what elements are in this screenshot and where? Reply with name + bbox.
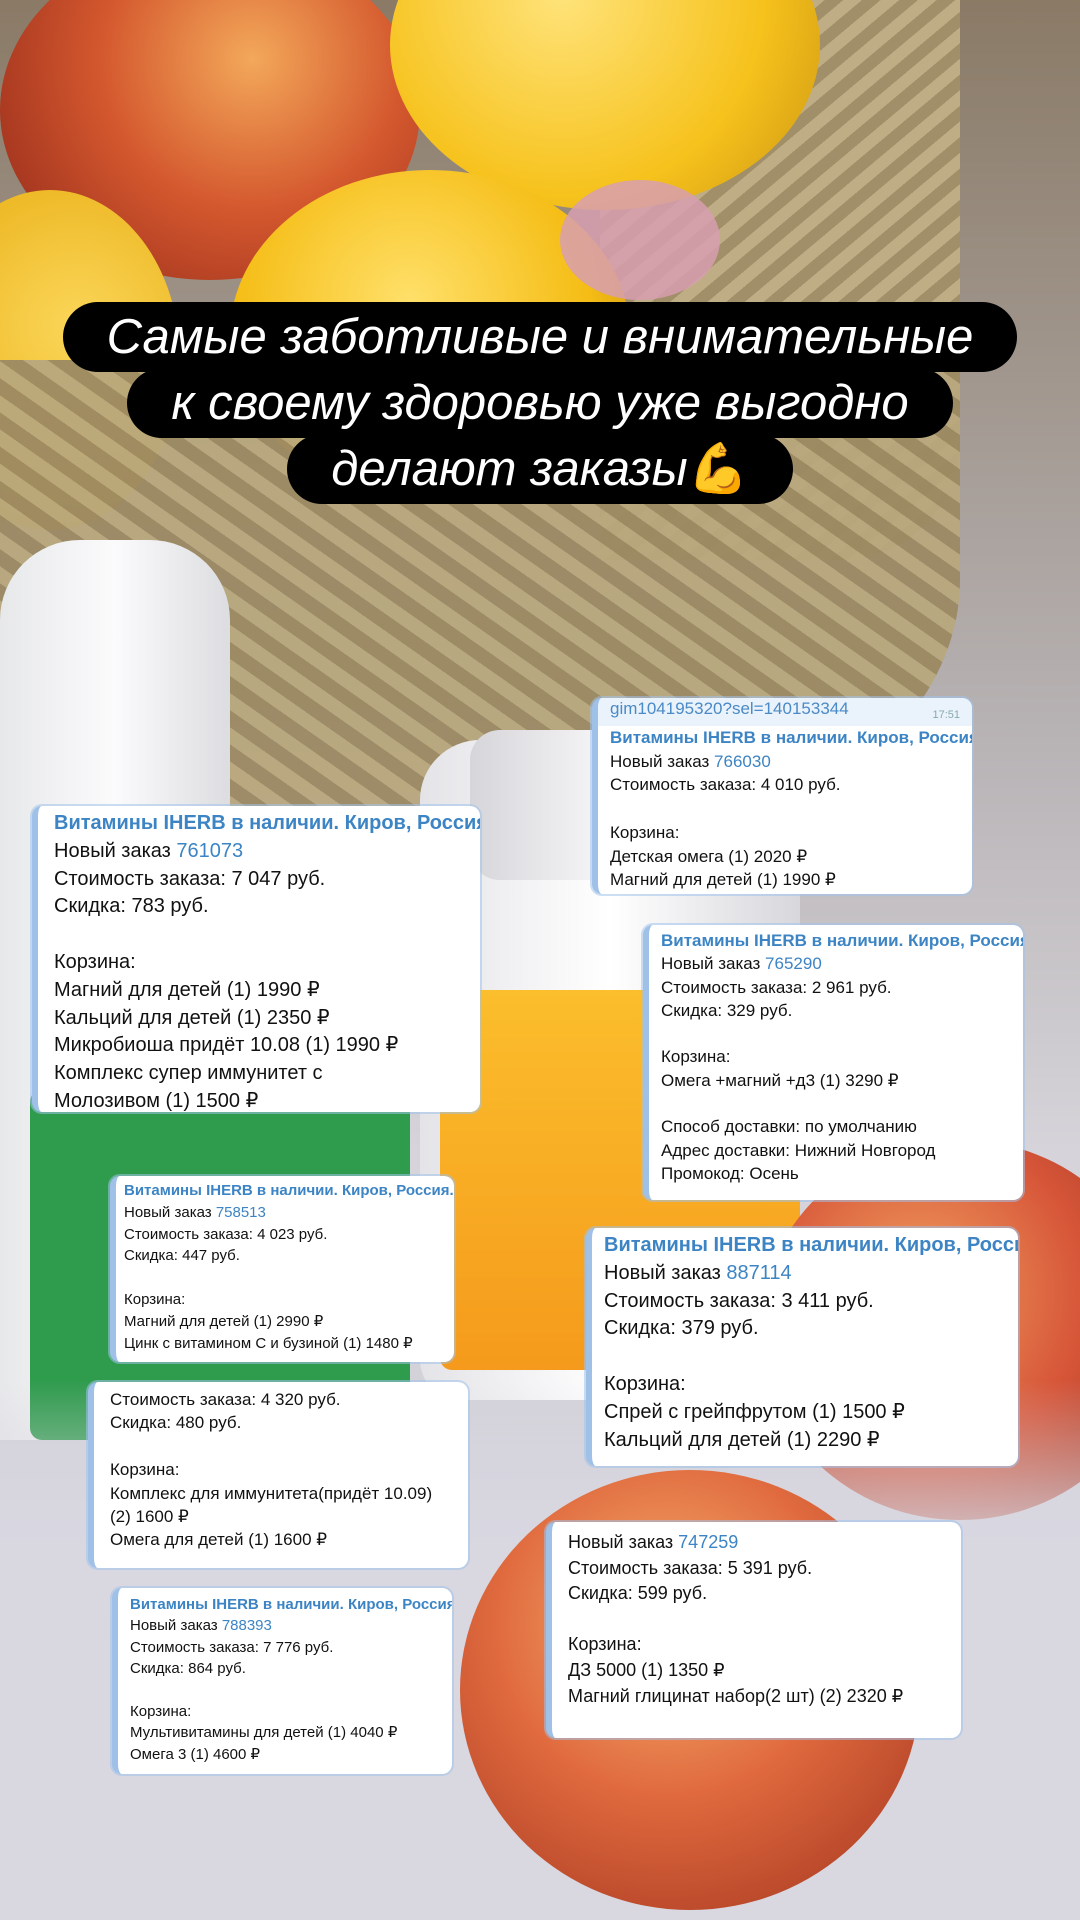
basket-item: Омега 3 (1) 4600 ₽ <box>130 1745 261 1763</box>
order-title: Новый заказ 788393 <box>130 1617 272 1635</box>
channel-source: Витамины IHERB в наличии. Киров, Россия.… <box>604 1234 1018 1256</box>
message-link[interactable]: gim104195320?sel=140153344 <box>610 698 849 726</box>
order-title: Новый заказ 765290 <box>661 954 822 974</box>
headline-line-3: делают заказы💪 <box>287 434 793 504</box>
basket-item: Цинк с витамином С и бузиной (1) 1480 ₽ <box>124 1334 413 1352</box>
order-card[interactable]: Новый заказ 747259 Стоимость заказа: 5 3… <box>546 1522 961 1738</box>
order-discount: Скидка: 447 руб. <box>124 1247 240 1265</box>
message-time: 17:51 <box>932 709 960 721</box>
order-title: Новый заказ 758513 <box>124 1203 266 1221</box>
order-number-link[interactable]: 887114 <box>726 1262 791 1284</box>
order-cost: Стоимость заказа: 7 776 руб. <box>130 1638 334 1656</box>
channel-source: Витамины IHERB в наличии. Киров, Россия.… <box>661 931 1023 950</box>
channel-source: Витамины IHERB в наличии. Киров, Россия.… <box>54 812 480 834</box>
basket-title: Корзина: <box>610 822 680 842</box>
order-title: Новый заказ 766030 <box>610 751 771 771</box>
headline-line-1: Самые заботливые и внимательные <box>62 302 1018 372</box>
delivery-method: Способ доставки: по умолчанию <box>661 1117 917 1137</box>
basket-title: Корзина: <box>661 1047 731 1067</box>
order-discount: Скидка: 379 руб. <box>604 1317 759 1340</box>
order-title: Новый заказ 887114 <box>604 1261 792 1284</box>
order-cost: Стоимость заказа: 4 320 руб. <box>110 1390 341 1409</box>
order-discount: Скидка: 480 руб. <box>110 1413 242 1433</box>
basket-item: Магний глицинат набор(2 шт) (2) 2320 ₽ <box>568 1685 904 1706</box>
order-number-link[interactable]: 758513 <box>216 1204 266 1221</box>
basket-title: Корзина: <box>604 1372 686 1395</box>
order-card[interactable]: Витамины IHERB в наличии. Киров, Россия.… <box>643 925 1023 1200</box>
channel-source: Витамины IHERB в наличии. Киров, Россия.… <box>610 728 972 747</box>
basket-title: Корзина: <box>124 1290 186 1308</box>
basket-item: Омега +магний +д3 (1) 3290 ₽ <box>661 1070 899 1090</box>
order-number-link[interactable]: 766030 <box>714 752 771 771</box>
order-discount: Скидка: 783 руб. <box>54 895 209 918</box>
order-number-link[interactable]: 761073 <box>176 840 243 862</box>
basket-item: (2) 1600 ₽ <box>110 1507 189 1527</box>
order-cost: Стоимость заказа: 4 023 руб. <box>124 1225 328 1243</box>
order-number-link[interactable]: 765290 <box>765 954 822 973</box>
order-title: Новый заказ 747259 <box>568 1532 739 1552</box>
message-link-row: gim104195320?sel=140153344 17:51 <box>598 698 972 726</box>
promo-code: Промокод: Осень <box>661 1163 799 1183</box>
order-card[interactable]: Витамины IHERB в наличии. Киров, Россия.… <box>110 1176 454 1362</box>
order-discount: Скидка: 864 руб. <box>130 1660 246 1678</box>
order-number-link[interactable]: 788393 <box>222 1617 272 1634</box>
basket-item: Спрей с грейпфрутом (1) 1500 ₽ <box>604 1400 905 1423</box>
headline: Самые заботливые и внимательные к своему… <box>0 302 1080 504</box>
headline-line-2: к своему здоровью уже выгодно <box>127 368 953 438</box>
basket-item: Мультивитамины для детей (1) 4040 ₽ <box>130 1724 398 1742</box>
basket-item: Комплекс для иммунитета(придёт 10.09) <box>110 1483 433 1503</box>
delivery-address: Адрес доставки: Нижний Новгород <box>661 1140 936 1160</box>
basket-item: Кальций для детей (1) 2350 ₽ <box>54 1006 330 1029</box>
basket-item: Омега для детей (1) 1600 ₽ <box>110 1530 328 1550</box>
basket-item: Кальций для детей (1) 2290 ₽ <box>604 1428 880 1451</box>
basket-title: Корзина: <box>54 950 136 973</box>
pink-fruit <box>560 180 720 300</box>
basket-title: Корзина: <box>110 1460 180 1480</box>
order-card[interactable]: Витамины IHERB в наличии. Киров, Россия.… <box>112 1588 452 1774</box>
basket-item: Молозивом (1) 1500 ₽ <box>54 1089 259 1112</box>
order-card[interactable]: Витамины IHERB в наличии. Киров, Россия.… <box>32 806 480 1112</box>
order-card[interactable]: Стоимость заказа: 4 320 руб. Скидка: 480… <box>88 1382 468 1568</box>
order-number-link[interactable]: 747259 <box>678 1532 738 1552</box>
order-discount: Скидка: 599 руб. <box>568 1583 708 1604</box>
basket-item: ДЗ 5000 (1) 1350 ₽ <box>568 1659 725 1680</box>
channel-source: Витамины IHERB в наличии. Киров, Россия.… <box>130 1596 452 1613</box>
basket-item: Магний для детей (1) 2990 ₽ <box>124 1312 324 1330</box>
order-discount: Скидка: 329 руб. <box>661 1000 793 1020</box>
order-cost: Стоимость заказа: 5 391 руб. <box>568 1557 813 1578</box>
order-title: Новый заказ 761073 <box>54 839 244 862</box>
basket-item: Детская омега (1) 2020 ₽ <box>610 846 808 866</box>
basket-title: Корзина: <box>568 1634 642 1655</box>
basket-item: Комплекс супер иммунитет с <box>54 1062 323 1085</box>
order-card[interactable]: Витамины IHERB в наличии. Киров, Россия.… <box>586 1228 1018 1466</box>
order-card[interactable]: gim104195320?sel=140153344 17:51 Витамин… <box>592 698 972 894</box>
basket-item: Микробиоша придёт 10.08 (1) 1990 ₽ <box>54 1034 399 1057</box>
order-cost: Стоимость заказа: 4 010 руб. <box>610 775 841 795</box>
basket-item: Магний для детей (1) 1990 ₽ <box>610 870 836 890</box>
order-cost: Стоимость заказа: 7 047 руб. <box>54 867 326 890</box>
flexed-biceps-icon: 💪 <box>687 442 749 496</box>
order-cost: Стоимость заказа: 2 961 руб. <box>661 977 892 997</box>
basket-item: Магний для детей (1) 1990 ₽ <box>54 978 320 1001</box>
channel-source: Витамины IHERB в наличии. Киров, Россия.… <box>124 1182 454 1199</box>
order-cost: Стоимость заказа: 3 411 руб. <box>604 1289 874 1312</box>
basket-title: Корзина: <box>130 1703 192 1721</box>
